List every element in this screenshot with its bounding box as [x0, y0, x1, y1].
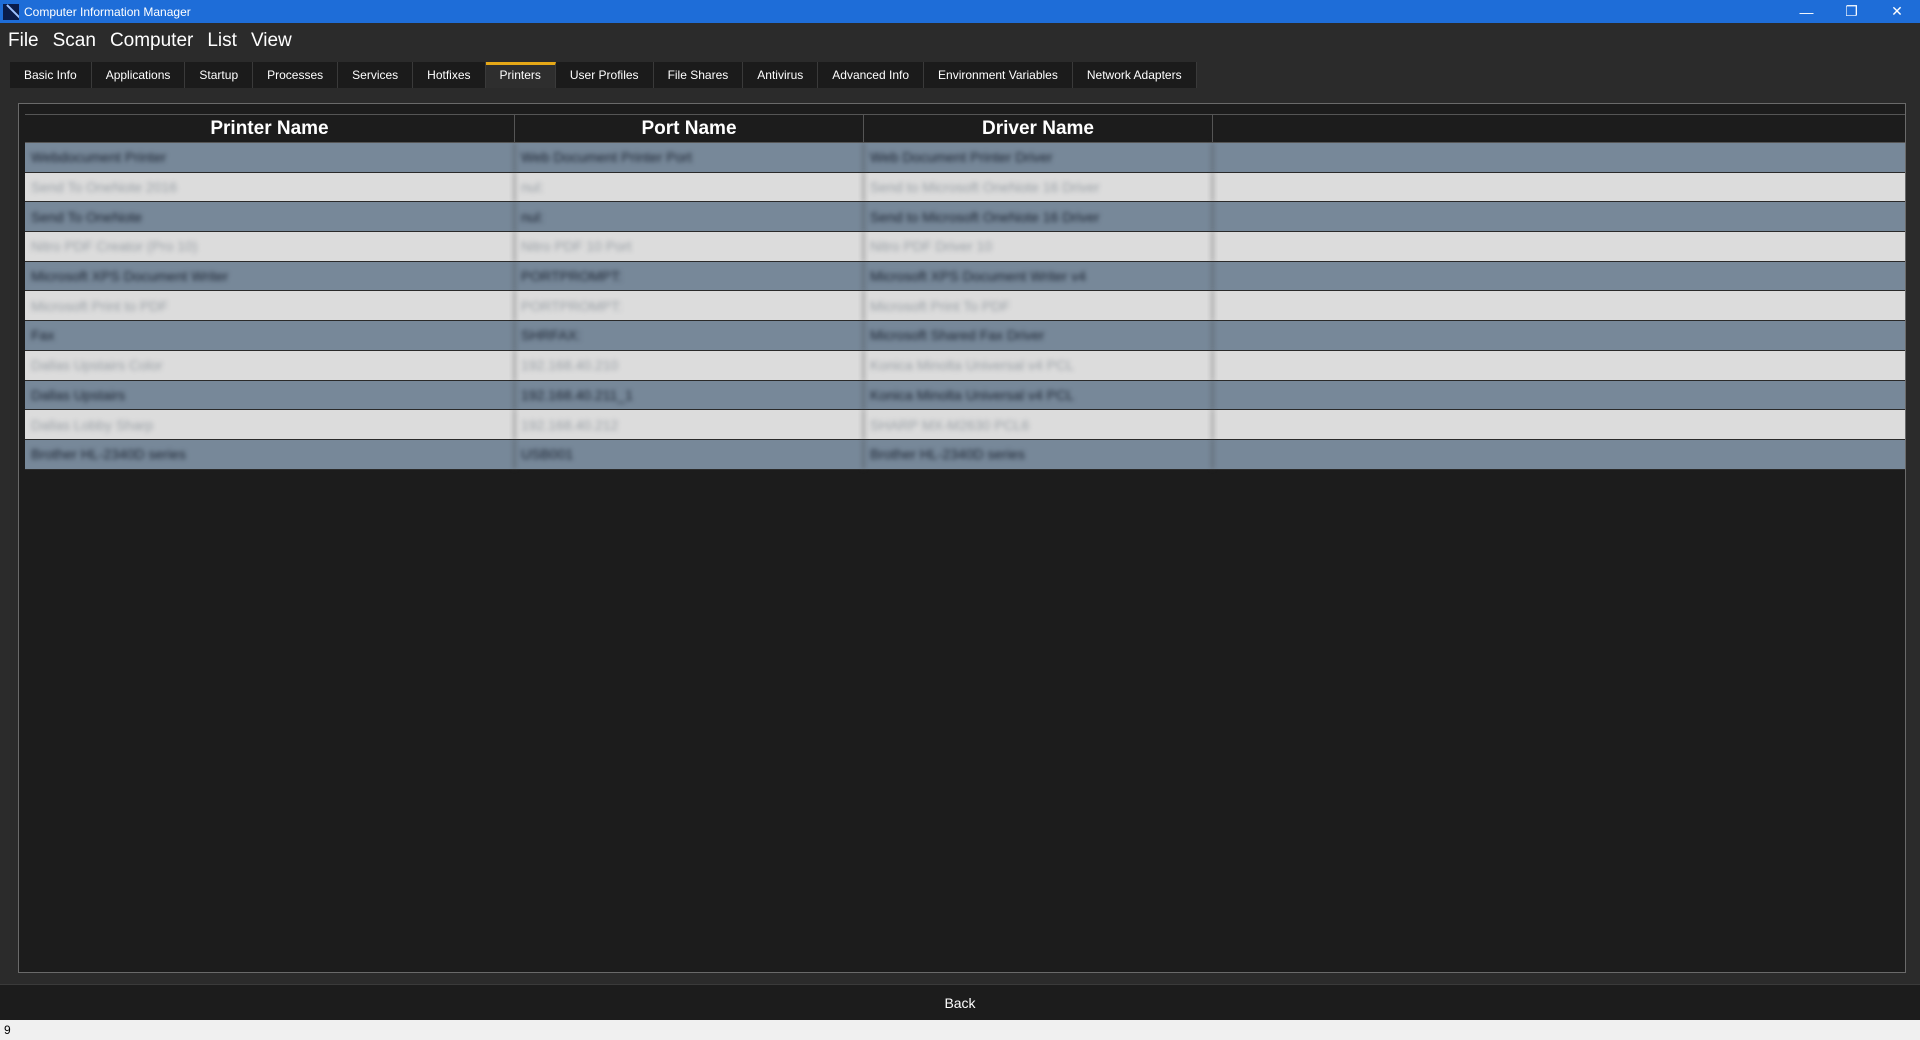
- filler-cell: [1213, 202, 1905, 231]
- table-row[interactable]: Brother HL-2340D series USB001 Brother H…: [25, 439, 1905, 470]
- port-name-cell: PORTPROMPT:: [515, 291, 864, 321]
- table-row[interactable]: Fax SHRFAX: Microsoft Shared Fax Driver: [25, 321, 1905, 351]
- tab-hotfixes[interactable]: Hotfixes: [413, 62, 486, 88]
- window-controls: — ❐ ✕: [1784, 0, 1920, 23]
- printer-name-cell: Brother HL-2340D series: [25, 439, 515, 469]
- driver-name-cell: Konica Minolta Universal v4 PCL: [864, 350, 1213, 380]
- printer-name-cell: Send To OneNote: [25, 202, 515, 232]
- driver-name-cell: Microsoft XPS Document Writer v4: [864, 261, 1213, 291]
- filler-cell: [1213, 321, 1905, 350]
- printer-name-cell: Send To OneNote 2016: [25, 172, 515, 202]
- column-header-driver-name[interactable]: Driver Name: [864, 115, 1213, 142]
- driver-name-cell: Microsoft Shared Fax Driver: [864, 321, 1213, 350]
- status-count: 9: [4, 1023, 11, 1037]
- port-name-cell: USB001: [515, 439, 864, 469]
- status-bar: 9: [0, 1020, 1920, 1040]
- back-button[interactable]: Back: [914, 989, 1005, 1017]
- minimize-icon[interactable]: —: [1784, 0, 1829, 23]
- menu-list[interactable]: List: [207, 30, 237, 52]
- port-name-cell: Web Document Printer Port: [515, 143, 864, 172]
- column-header-port-name[interactable]: Port Name: [515, 115, 864, 142]
- tab-processes[interactable]: Processes: [253, 62, 339, 88]
- driver-name-cell: Konica Minolta Universal v4 PCL: [864, 380, 1213, 410]
- menu-view[interactable]: View: [251, 30, 292, 52]
- tab-startup[interactable]: Startup: [185, 62, 254, 88]
- port-name-cell: nul:: [515, 202, 864, 232]
- table-row[interactable]: Microsoft XPS Document Writer PORTPROMPT…: [25, 261, 1905, 292]
- tab-environment-variables[interactable]: Environment Variables: [924, 62, 1073, 88]
- printer-name-cell: Microsoft XPS Document Writer: [25, 261, 515, 291]
- restore-icon[interactable]: ❐: [1829, 0, 1874, 23]
- filler-cell: [1213, 262, 1905, 291]
- table-row[interactable]: Send To OneNote 2016 nul: Send to Micros…: [25, 172, 1905, 203]
- table-row[interactable]: Microsoft Print to PDF PORTPROMPT: Micro…: [25, 291, 1905, 322]
- window-title: Computer Information Manager: [24, 4, 191, 19]
- menu-file[interactable]: File: [8, 30, 39, 52]
- driver-name-cell: Brother HL-2340D series: [864, 439, 1213, 469]
- port-name-cell: Nitro PDF 10 Port: [515, 232, 864, 261]
- port-name-cell: PORTPROMPT:: [515, 261, 864, 291]
- port-name-cell: 192.168.40.212: [515, 410, 864, 439]
- filler-cell: [1213, 351, 1905, 380]
- printer-name-cell: Webdocument Printer: [25, 143, 515, 172]
- filler-cell: [1213, 232, 1905, 261]
- app-icon: [3, 3, 19, 20]
- grid-header: Printer Name Port Name Driver Name: [25, 114, 1905, 143]
- grid-body: Webdocument Printer Web Document Printer…: [25, 143, 1905, 470]
- filler-cell: [1213, 143, 1905, 172]
- port-name-cell: 192.168.40.210: [515, 350, 864, 380]
- menu-bar: File Scan Computer List View: [0, 23, 1920, 58]
- printer-name-cell: Fax: [25, 321, 515, 350]
- driver-name-cell: Microsoft Print To PDF: [864, 291, 1213, 321]
- footer-bar: Back: [0, 984, 1920, 1020]
- tab-user-profiles[interactable]: User Profiles: [555, 62, 654, 88]
- tab-content: Printer Name Port Name Driver Name Webdo…: [0, 88, 1920, 984]
- tab-basic-info[interactable]: Basic Info: [10, 62, 92, 88]
- table-row[interactable]: Send To OneNote nul: Send to Microsoft O…: [25, 202, 1905, 233]
- printer-name-cell: Dallas Upstairs Color: [25, 350, 515, 380]
- printer-name-cell: Dallas Lobby Sharp: [25, 410, 515, 439]
- tab-applications[interactable]: Applications: [91, 62, 186, 88]
- tab-antivirus[interactable]: Antivirus: [743, 62, 819, 88]
- tab-services[interactable]: Services: [338, 62, 414, 88]
- printers-grid[interactable]: Printer Name Port Name Driver Name Webdo…: [18, 103, 1906, 973]
- tab-advanced-info[interactable]: Advanced Info: [818, 62, 925, 88]
- column-header-printer-name[interactable]: Printer Name: [25, 115, 515, 142]
- table-row[interactable]: Nitro PDF Creator (Pro 10) Nitro PDF 10 …: [25, 232, 1905, 262]
- printer-name-cell: Nitro PDF Creator (Pro 10): [25, 232, 515, 261]
- tab-printers[interactable]: Printers: [485, 62, 556, 88]
- table-row[interactable]: Webdocument Printer Web Document Printer…: [25, 143, 1905, 173]
- printer-name-cell: Dallas Upstairs: [25, 380, 515, 410]
- table-row[interactable]: Dallas Upstairs 192.168.40.211_1 Konica …: [25, 380, 1905, 411]
- close-icon[interactable]: ✕: [1874, 0, 1920, 23]
- driver-name-cell: Send to Microsoft OneNote 16 Driver: [864, 202, 1213, 232]
- tab-bar: Basic Info Applications Startup Processe…: [10, 62, 1197, 88]
- driver-name-cell: Web Document Printer Driver: [864, 143, 1213, 172]
- printer-name-cell: Microsoft Print to PDF: [25, 291, 515, 321]
- menu-scan[interactable]: Scan: [53, 30, 96, 52]
- filler-cell: [1213, 440, 1905, 469]
- filler-cell: [1213, 291, 1905, 320]
- filler-cell: [1213, 173, 1905, 202]
- tab-file-shares[interactable]: File Shares: [653, 62, 744, 88]
- menu-computer[interactable]: Computer: [110, 30, 193, 52]
- table-row[interactable]: Dallas Lobby Sharp 192.168.40.212 SHARP …: [25, 410, 1905, 440]
- driver-name-cell: Nitro PDF Driver 10: [864, 232, 1213, 261]
- port-name-cell: SHRFAX:: [515, 321, 864, 350]
- title-bar: Computer Information Manager — ❐ ✕: [0, 0, 1920, 23]
- tab-network-adapters[interactable]: Network Adapters: [1072, 62, 1197, 88]
- filler-cell: [1213, 381, 1905, 410]
- table-row[interactable]: Dallas Upstairs Color 192.168.40.210 Kon…: [25, 350, 1905, 381]
- port-name-cell: nul:: [515, 172, 864, 202]
- driver-name-cell: Send to Microsoft OneNote 16 Driver: [864, 172, 1213, 202]
- driver-name-cell: SHARP MX-M2630 PCL6: [864, 410, 1213, 439]
- port-name-cell: 192.168.40.211_1: [515, 380, 864, 410]
- filler-cell: [1213, 410, 1905, 439]
- column-header-filler: [1213, 115, 1905, 142]
